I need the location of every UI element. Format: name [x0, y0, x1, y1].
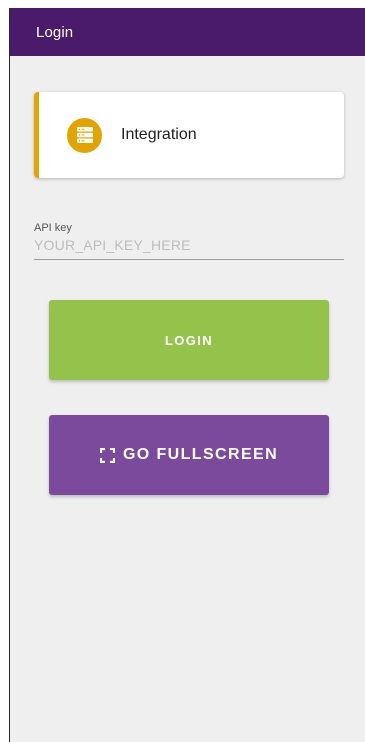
integration-label: Integration — [121, 126, 197, 143]
api-key-field: API key — [34, 222, 344, 260]
page-title: Login — [36, 23, 74, 41]
login-button[interactable]: LOGIN — [49, 300, 329, 380]
app-bar: Login — [10, 8, 365, 56]
card-accent-bar — [34, 92, 39, 178]
app-screen: Login Integration API key LOGIN — [9, 8, 365, 742]
login-button-label: LOGIN — [164, 332, 214, 348]
fullscreen-icon — [99, 447, 115, 463]
integration-card[interactable]: Integration — [34, 92, 344, 178]
server-icon — [67, 117, 102, 153]
api-key-label: API key — [34, 222, 72, 234]
go-fullscreen-label: GO FULLSCREEN — [122, 446, 279, 463]
api-key-input[interactable] — [34, 237, 344, 260]
go-fullscreen-button[interactable]: GO FULLSCREEN — [49, 415, 329, 495]
